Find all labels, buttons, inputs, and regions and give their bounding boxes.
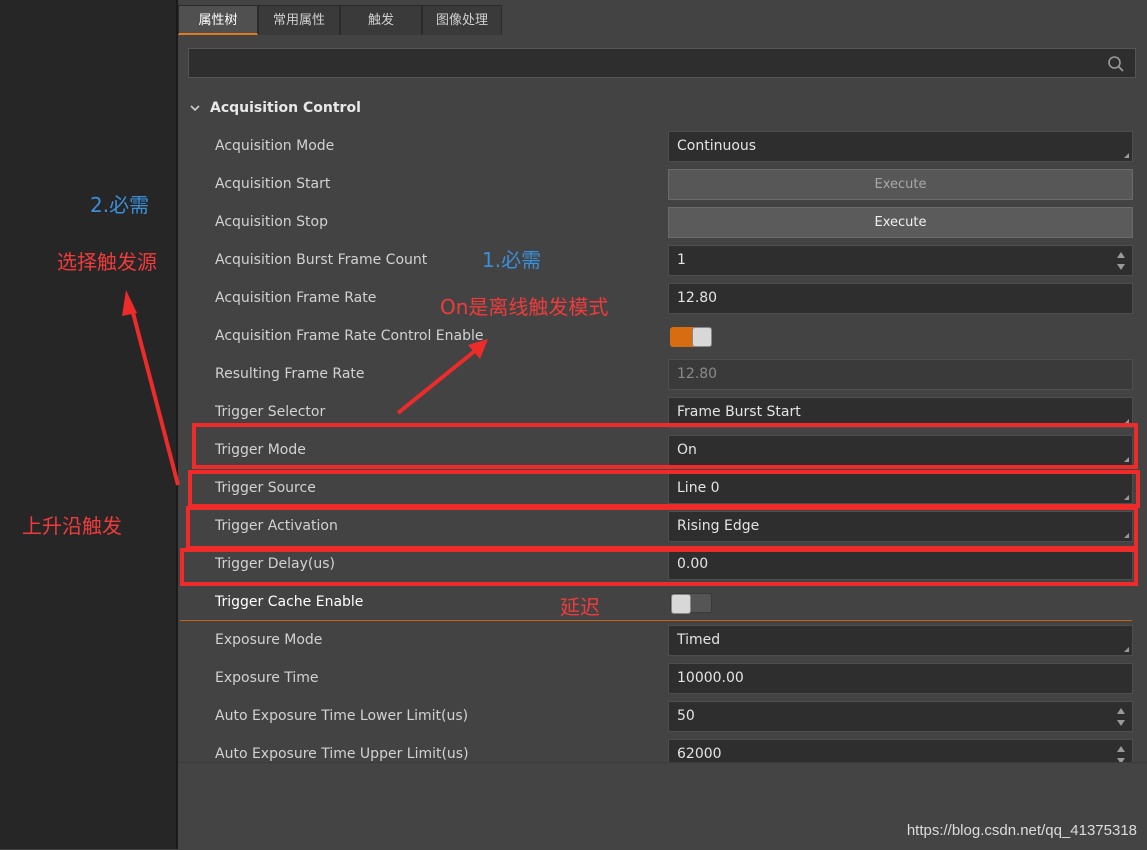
row-frame-rate-control-enable: Acquisition Frame Rate Control Enable bbox=[178, 317, 1147, 355]
annotation-box-trigger-delay bbox=[180, 548, 1138, 586]
search-icon[interactable] bbox=[1107, 55, 1125, 73]
property-label: Acquisition Mode bbox=[215, 138, 335, 154]
exposure-time-input[interactable]: 10000.00 bbox=[668, 663, 1133, 694]
annotation-select-trigger-source: 选择触发源 bbox=[57, 250, 157, 274]
toggle-knob bbox=[671, 594, 691, 614]
chevron-down-icon[interactable] bbox=[188, 101, 202, 115]
toggle-knob bbox=[692, 327, 712, 347]
property-label: Exposure Mode bbox=[215, 632, 323, 648]
annotation-on-offline-mode: On是离线触发模式 bbox=[440, 295, 609, 319]
property-label: Acquisition Start bbox=[215, 176, 331, 192]
burst-frame-count-spinbox[interactable]: 1 bbox=[668, 245, 1133, 276]
row-acquisition-burst-frame-count: Acquisition Burst Frame Count 1 bbox=[178, 241, 1147, 279]
annotation-rising-edge-trigger: 上升沿触发 bbox=[22, 514, 122, 538]
row-acquisition-start: Acquisition Start Execute bbox=[178, 165, 1147, 203]
annotation-delay: 延迟 bbox=[560, 595, 600, 619]
tab-trigger[interactable]: 触发 bbox=[340, 5, 422, 35]
acquisition-start-execute-button[interactable]: Execute bbox=[668, 169, 1133, 200]
annotation-required-1: 1.必需 bbox=[482, 248, 542, 272]
resulting-frame-rate-readonly: 12.80 bbox=[668, 359, 1133, 390]
property-label: Auto Exposure Time Lower Limit(us) bbox=[215, 708, 469, 724]
frame-rate-control-toggle[interactable] bbox=[670, 327, 712, 347]
search-input[interactable] bbox=[188, 48, 1136, 78]
property-label: Resulting Frame Rate bbox=[215, 366, 365, 382]
row-acquisition-stop: Acquisition Stop Execute bbox=[178, 203, 1147, 241]
row-resulting-frame-rate: Resulting Frame Rate 12.80 bbox=[178, 355, 1147, 393]
annotation-box-trigger-activation bbox=[186, 506, 1138, 550]
annotation-box-trigger-mode bbox=[192, 423, 1138, 469]
property-label: Acquisition Frame Rate Control Enable bbox=[215, 328, 484, 344]
section-header[interactable]: Acquisition Control bbox=[188, 96, 361, 120]
acquisition-mode-combo[interactable]: Continuous bbox=[668, 131, 1133, 162]
left-panel bbox=[0, 0, 176, 849]
property-label: Acquisition Frame Rate bbox=[215, 290, 377, 306]
section-title: Acquisition Control bbox=[210, 100, 361, 116]
trigger-cache-toggle[interactable] bbox=[670, 593, 712, 614]
watermark-text: https://blog.csdn.net/qq_41375318 bbox=[906, 822, 1137, 839]
annotation-box-trigger-source bbox=[188, 470, 1140, 508]
row-trigger-cache-enable: Trigger Cache Enable bbox=[178, 583, 1147, 621]
tab-bar: 属性树 常用属性 触发 图像处理 bbox=[178, 5, 502, 37]
exposure-mode-combo[interactable]: Timed bbox=[668, 625, 1133, 656]
tab-common-properties[interactable]: 常用属性 bbox=[258, 5, 340, 35]
property-label: Acquisition Stop bbox=[215, 214, 328, 230]
row-acquisition-mode: Acquisition Mode Continuous bbox=[178, 127, 1147, 165]
annotation-required-2: 2.必需 bbox=[90, 193, 150, 217]
acquisition-stop-execute-button[interactable]: Execute bbox=[668, 207, 1133, 238]
row-exposure-mode: Exposure Mode Timed bbox=[178, 621, 1147, 659]
tab-property-tree[interactable]: 属性树 bbox=[178, 5, 258, 35]
property-label: Exposure Time bbox=[215, 670, 319, 686]
row-exposure-time: Exposure Time 10000.00 bbox=[178, 659, 1147, 697]
spin-arrows-icon[interactable] bbox=[1116, 250, 1126, 272]
exposure-lower-limit-spinbox[interactable]: 50 bbox=[668, 701, 1133, 732]
tab-image-processing[interactable]: 图像处理 bbox=[422, 5, 502, 35]
frame-rate-input[interactable]: 12.80 bbox=[668, 283, 1133, 314]
row-acquisition-frame-rate: Acquisition Frame Rate 12.80 bbox=[178, 279, 1147, 317]
spin-arrows-icon[interactable] bbox=[1116, 706, 1126, 728]
dropdown-corner-icon bbox=[1124, 153, 1129, 158]
row-auto-exposure-lower-limit: Auto Exposure Time Lower Limit(us) 50 bbox=[178, 697, 1147, 735]
property-label: Acquisition Burst Frame Count bbox=[215, 252, 428, 268]
dropdown-corner-icon bbox=[1124, 647, 1129, 652]
property-label: Trigger Cache Enable bbox=[215, 594, 364, 610]
